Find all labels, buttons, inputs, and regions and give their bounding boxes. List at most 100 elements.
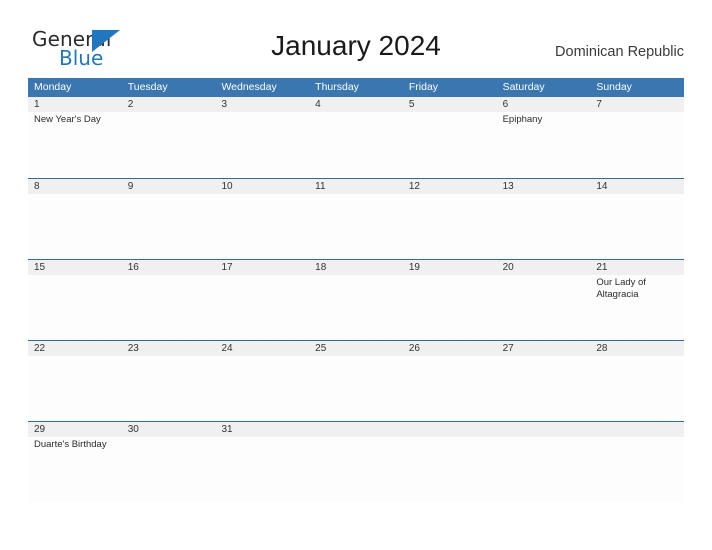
day-cell[interactable]	[122, 194, 216, 259]
weekday-monday: Monday	[34, 81, 72, 93]
day-number[interactable]: 4	[309, 97, 403, 112]
day-cell[interactable]	[122, 437, 216, 502]
weekday-sunday: Sunday	[596, 81, 632, 93]
day-number[interactable]: 15	[28, 260, 122, 275]
day-number[interactable]: 1	[28, 97, 122, 112]
day-cell[interactable]: Duarte's Birthday	[28, 437, 122, 502]
day-cell[interactable]: New Year's Day	[28, 112, 122, 177]
day-cell[interactable]	[28, 275, 122, 340]
event-label: Epiphany	[502, 114, 543, 125]
day-cell[interactable]	[309, 112, 403, 177]
day-cell[interactable]	[403, 112, 497, 177]
day-cell[interactable]	[28, 194, 122, 259]
event-label: Duarte's Birthday	[34, 439, 107, 450]
day-cell-empty	[497, 437, 591, 502]
day-cell[interactable]	[497, 356, 591, 421]
day-cell[interactable]	[122, 356, 216, 421]
weekday-header-row: Monday Tuesday Wednesday Thursday Friday…	[28, 78, 684, 97]
day-number[interactable]: 5	[403, 97, 497, 112]
day-cell[interactable]	[215, 356, 309, 421]
day-number[interactable]: 31	[215, 422, 309, 437]
week-row: 8 9 10 11 12 13 14	[28, 178, 684, 259]
day-number[interactable]: 20	[497, 260, 591, 275]
day-number[interactable]: 17	[215, 260, 309, 275]
day-number[interactable]: 11	[309, 179, 403, 194]
event-label: New Year's Day	[34, 114, 101, 125]
day-cell[interactable]	[122, 112, 216, 177]
day-number[interactable]: 16	[122, 260, 216, 275]
day-number[interactable]: 19	[403, 260, 497, 275]
day-cell[interactable]	[403, 275, 497, 340]
day-number[interactable]: 6	[497, 97, 591, 112]
date-band: 15 16 17 18 19 20 21	[28, 260, 684, 275]
date-band: 29 30 31	[28, 422, 684, 437]
weekday-wednesday: Wednesday	[221, 81, 277, 93]
day-number[interactable]: 24	[215, 341, 309, 356]
date-band: 22 23 24 25 26 27 28	[28, 341, 684, 356]
calendar-grid: Monday Tuesday Wednesday Thursday Friday…	[28, 78, 684, 502]
day-number[interactable]: 12	[403, 179, 497, 194]
date-band: 1 2 3 4 5 6 7	[28, 97, 684, 112]
weekday-thursday: Thursday	[315, 81, 359, 93]
day-number[interactable]: 13	[497, 179, 591, 194]
event-band: Our Lady of Altagracia	[28, 275, 684, 340]
day-cell[interactable]	[215, 112, 309, 177]
day-number[interactable]: 22	[28, 341, 122, 356]
day-cell[interactable]	[590, 356, 684, 421]
day-number-empty	[497, 422, 591, 437]
day-number[interactable]: 26	[403, 341, 497, 356]
day-number-empty	[403, 422, 497, 437]
week-row: 15 16 17 18 19 20 21 Our Lady of Altagra…	[28, 259, 684, 340]
day-cell[interactable]	[309, 194, 403, 259]
event-band: New Year's Day Epiphany	[28, 112, 684, 177]
day-cell[interactable]	[590, 112, 684, 177]
day-cell-empty	[309, 437, 403, 502]
day-number-empty	[590, 422, 684, 437]
event-band	[28, 194, 684, 259]
day-number[interactable]: 8	[28, 179, 122, 194]
day-cell[interactable]	[590, 194, 684, 259]
day-number[interactable]: 23	[122, 341, 216, 356]
day-cell[interactable]	[215, 437, 309, 502]
week-row: 22 23 24 25 26 27 28	[28, 340, 684, 421]
event-label: Our Lady of Altagracia	[596, 277, 646, 300]
day-cell[interactable]	[28, 356, 122, 421]
day-cell[interactable]	[122, 275, 216, 340]
day-cell[interactable]	[215, 275, 309, 340]
week-row: 29 30 31 Duarte's Birthday	[28, 421, 684, 502]
day-number[interactable]: 27	[497, 341, 591, 356]
day-cell-empty	[403, 437, 497, 502]
day-cell[interactable]	[497, 275, 591, 340]
day-cell[interactable]	[403, 356, 497, 421]
weekday-friday: Friday	[408, 81, 439, 93]
day-cell[interactable]	[497, 194, 591, 259]
calendar-page: General Blue January 2024 Dominican Repu…	[0, 0, 712, 550]
day-cell[interactable]	[215, 194, 309, 259]
day-number[interactable]: 2	[122, 97, 216, 112]
day-number-empty	[309, 422, 403, 437]
event-band	[28, 356, 684, 421]
day-number[interactable]: 18	[309, 260, 403, 275]
day-number[interactable]: 3	[215, 97, 309, 112]
day-cell-empty	[590, 437, 684, 502]
day-number[interactable]: 21	[590, 260, 684, 275]
day-number[interactable]: 25	[309, 341, 403, 356]
day-cell[interactable]: Epiphany	[497, 112, 591, 177]
date-band: 8 9 10 11 12 13 14	[28, 179, 684, 194]
day-cell[interactable]	[309, 356, 403, 421]
day-number[interactable]: 29	[28, 422, 122, 437]
day-cell[interactable]: Our Lady of Altagracia	[590, 275, 684, 340]
day-number[interactable]: 7	[590, 97, 684, 112]
day-number[interactable]: 10	[215, 179, 309, 194]
day-cell[interactable]	[403, 194, 497, 259]
day-number[interactable]: 14	[590, 179, 684, 194]
week-row: 1 2 3 4 5 6 7 New Year's Day Epiphany	[28, 97, 684, 178]
event-band: Duarte's Birthday	[28, 437, 684, 502]
day-cell[interactable]	[309, 275, 403, 340]
page-header: General Blue January 2024 Dominican Repu…	[0, 0, 712, 78]
day-number[interactable]: 30	[122, 422, 216, 437]
weekday-saturday: Saturday	[502, 81, 545, 93]
day-number[interactable]: 9	[122, 179, 216, 194]
day-number[interactable]: 28	[590, 341, 684, 356]
region-label: Dominican Republic	[555, 44, 684, 60]
